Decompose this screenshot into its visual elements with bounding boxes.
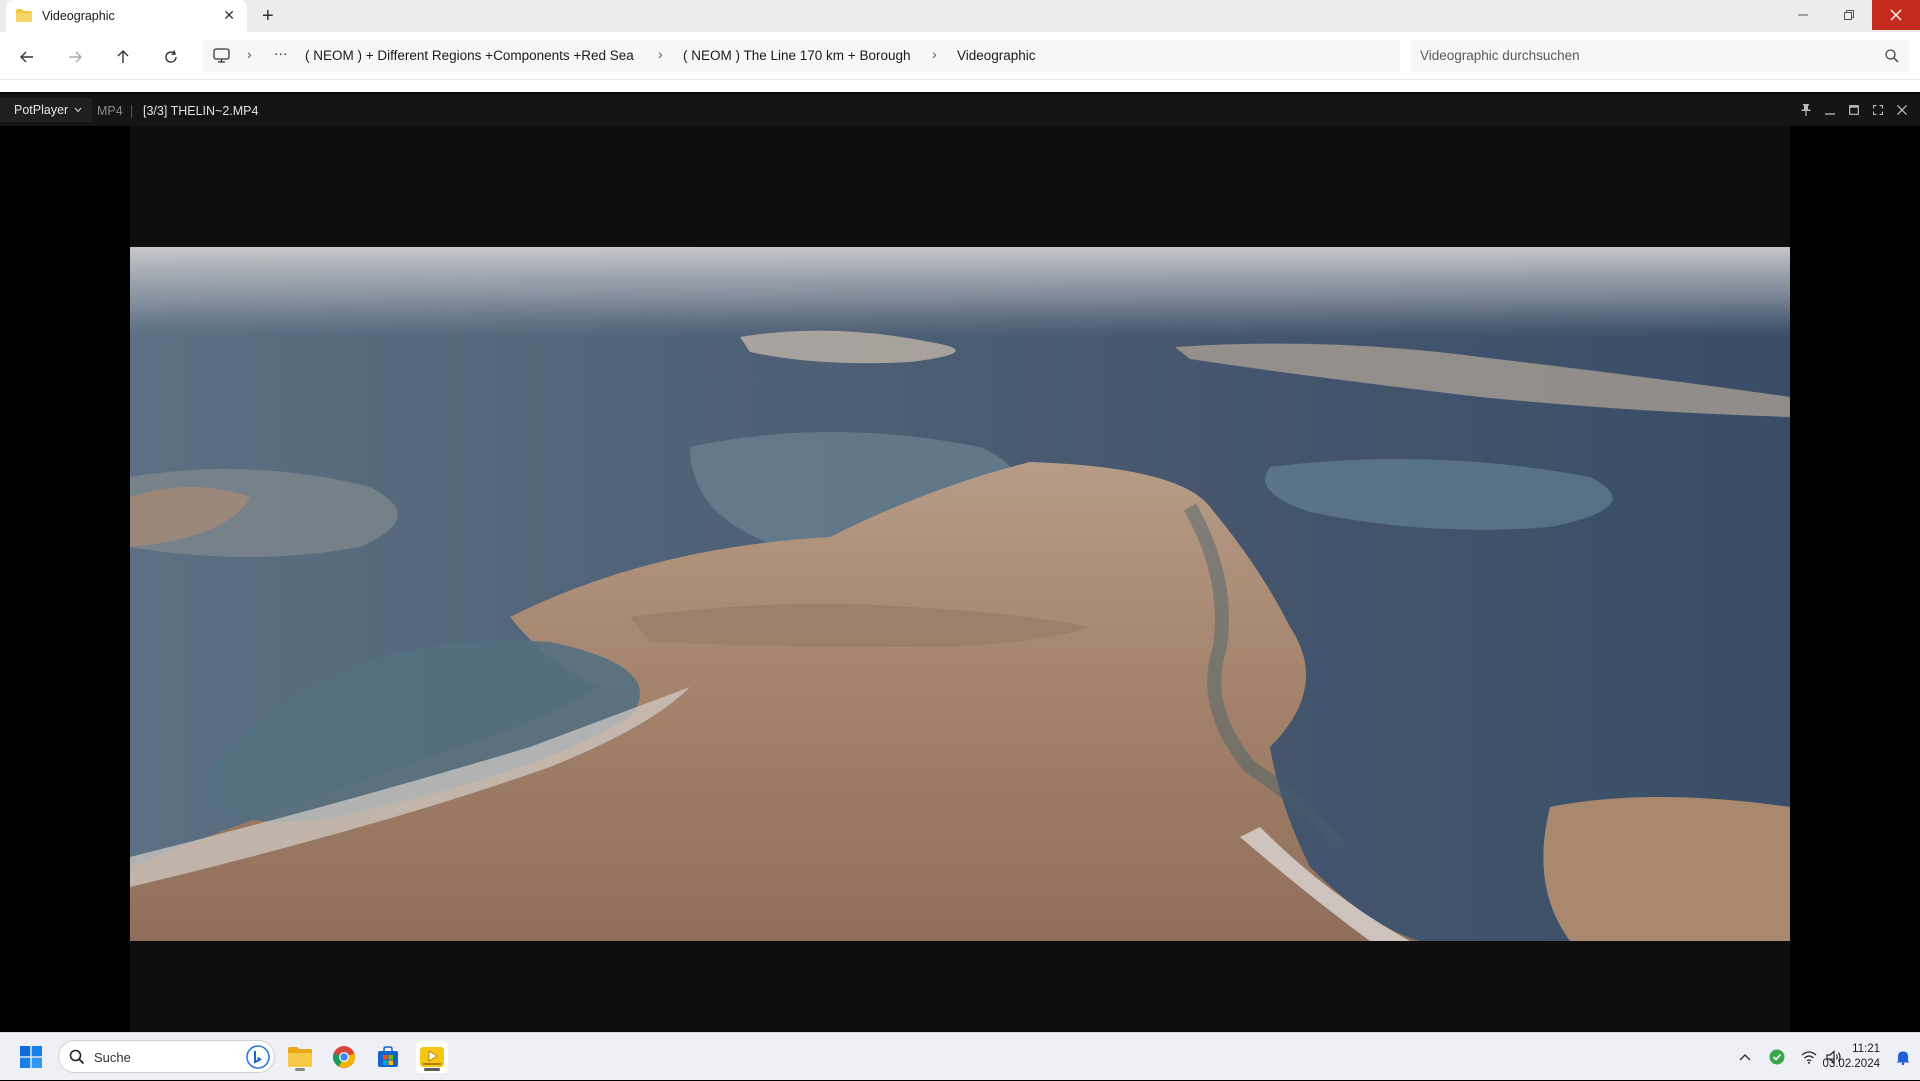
clock[interactable]: 11:21 03.02.2024 [1822,1042,1880,1072]
chevron-up-icon [1739,1054,1751,1061]
wifi-button[interactable] [1801,1049,1817,1065]
restore-button[interactable] [1826,0,1872,30]
breadcrumb-current[interactable]: Videographic [957,48,1036,63]
overflow-menu-button[interactable]: ··· [274,46,288,61]
minimize-icon [1798,14,1808,16]
divider [131,105,132,118]
fullscreen-button[interactable] [1872,103,1884,117]
back-arrow-icon [20,51,33,63]
fullscreen-icon [1873,105,1883,115]
forward-arrow-icon [69,51,82,63]
forward-button[interactable] [64,46,86,68]
search-input[interactable]: Videographic durchsuchen [1420,48,1580,63]
refresh-button[interactable] [160,46,182,68]
close-button[interactable] [1896,103,1908,117]
bing-icon[interactable] [246,1045,270,1069]
up-button[interactable] [112,46,134,68]
show-hidden-icons-button[interactable] [1737,1049,1753,1065]
taskbar-app-file-explorer[interactable] [284,1041,316,1073]
clock-time: 11:21 [1852,1043,1880,1055]
taskbar: Suche 11:21 03.02.2024 [0,1032,1920,1080]
notifications-button[interactable] [1895,1049,1911,1065]
security-status-button[interactable] [1769,1049,1785,1065]
chevron-right-icon[interactable]: › [932,46,937,62]
active-indicator [424,1068,440,1071]
chevron-down-icon [74,107,82,113]
refresh-icon [165,50,177,63]
file-explorer-window: Videographic ✕ + › ··· (NEOM) + Differ… [0,0,1920,92]
pin-icon [1801,104,1811,116]
potplayer-icon [420,1047,444,1067]
minimize-icon [1825,113,1835,115]
up-arrow-icon [117,50,129,63]
clock-date: 03.02.2024 [1822,1058,1880,1070]
computer-icon [213,48,230,63]
chevron-right-icon: › [247,46,252,62]
new-tab-button[interactable]: + [262,5,274,27]
player-window-controls [1800,103,1908,117]
close-button[interactable] [1872,0,1920,30]
taskbar-search-input[interactable]: Suche [94,1050,131,1065]
search-icon [69,1049,85,1065]
windows-start-icon[interactable] [20,1046,42,1068]
taskbar-search-box[interactable]: Suche [58,1040,275,1073]
shield-check-icon [1769,1049,1785,1065]
aerial-landscape-image [130,247,1790,941]
pin-button[interactable] [1800,103,1812,117]
system-tray: 11:21 03.02.2024 [1680,1033,1920,1081]
maximize-icon [1849,105,1859,115]
breadcrumb-item[interactable]: ( NEOM ) + Different Regions +Components… [305,48,634,63]
tab-videographic[interactable]: Videographic ✕ [6,0,247,32]
microsoft-store-icon [378,1046,398,1067]
bell-icon [1896,1051,1910,1065]
wifi-icon [1801,1051,1817,1064]
chrome-icon [333,1046,355,1068]
minimize-button[interactable] [1780,0,1826,30]
tab-bar: Videographic ✕ + [0,0,1920,32]
video-viewport[interactable] [130,126,1790,1032]
file-explorer-icon [288,1047,312,1067]
running-indicator [295,1068,305,1071]
close-icon [1897,105,1907,115]
potplayer-window: PotPlayer MP4 [3/3] THELIN~2.MP4 [0,92,1920,1032]
navigation-bar: › ··· ( NEOM ) + Different Regions +Comp… [0,32,1920,80]
folder-icon [16,9,32,22]
close-icon[interactable]: ✕ [223,7,235,23]
chevron-right-icon[interactable]: › [658,46,663,62]
search-box[interactable]: Videographic durchsuchen [1410,40,1910,72]
format-label: MP4 [97,104,123,118]
window-controls [1780,0,1920,30]
video-frame[interactable] [130,247,1790,941]
file-name: [3/3] THELIN~2.MP4 [143,104,259,118]
breadcrumb-item[interactable]: ( NEOM ) The Line 170 km + Borough [683,48,910,63]
taskbar-app-microsoft-store[interactable] [372,1041,404,1073]
potplayer-menu-button[interactable]: PotPlayer [0,98,93,122]
minimize-button[interactable] [1824,103,1836,117]
maximize-button[interactable] [1848,103,1860,117]
search-icon [1885,49,1899,63]
player-title-bar: PotPlayer MP4 [3/3] THELIN~2.MP4 [0,92,1920,126]
taskbar-app-chrome[interactable] [328,1041,360,1073]
taskbar-app-potplayer[interactable] [416,1041,448,1073]
close-icon [1890,9,1902,21]
address-bar[interactable]: › ··· ( NEOM ) + Different Regions +Comp… [202,40,1400,72]
tab-title: Videographic [42,9,115,23]
restore-icon [1844,10,1854,20]
back-button[interactable] [16,46,38,68]
brand-label: PotPlayer [14,103,69,117]
